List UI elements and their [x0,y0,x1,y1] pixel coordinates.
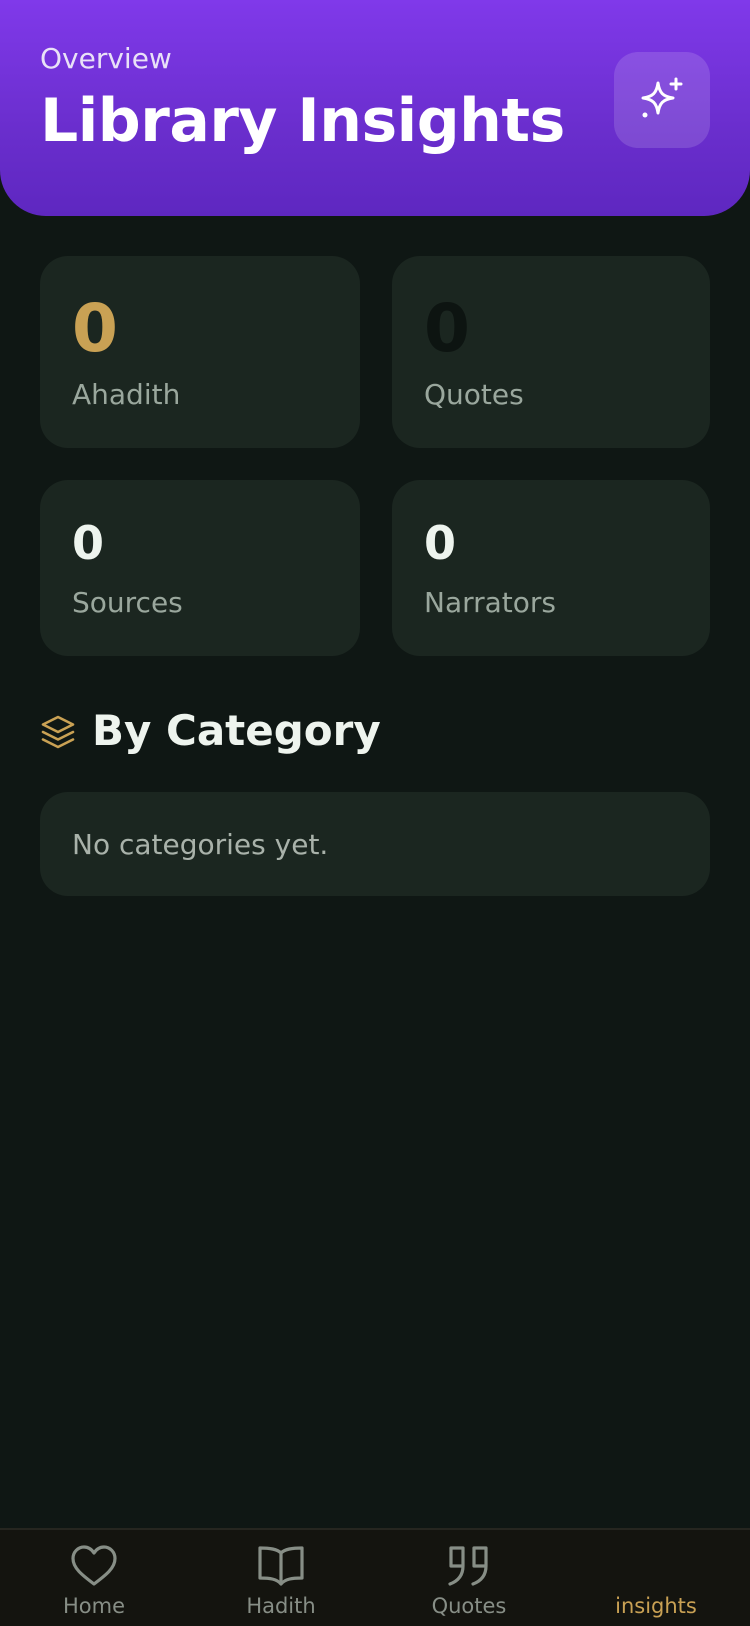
sparkles-icon [641,77,683,118]
stat-label: Quotes [424,378,524,411]
header-eyebrow: Overview [40,42,172,75]
stat-card-quotes: 0 Quotes [392,256,710,448]
tab-label: Quotes [431,1594,507,1618]
stat-label: Narrators [424,586,557,619]
section-title: By Category [92,706,381,755]
stat-value: 0 [72,516,105,570]
tab-label: insights [615,1594,697,1618]
tab-label: Home [62,1594,125,1618]
tab-insights[interactable]: insights [576,1530,736,1626]
stat-card-ahadith: 0 Ahadith [40,256,360,448]
layers-icon [41,715,75,749]
sparkles-button[interactable] [614,52,710,148]
stat-label: Sources [72,586,183,619]
tab-quotes[interactable]: Quotes [389,1530,549,1626]
stat-card-sources: 0 Sources [40,480,360,656]
quote-icon [448,1546,488,1586]
book-open-icon [258,1546,304,1586]
stat-value: 0 [424,290,470,367]
tab-home[interactable]: Home [14,1530,174,1626]
stat-card-narrators: 0 Narrators [392,480,710,656]
page-title: Library Insights [40,86,565,156]
category-empty-card: No categories yet. [40,792,710,896]
bottom-tab-bar: Home Hadith Quotes insights [0,1528,750,1626]
stat-label: Ahadith [72,378,181,411]
tab-hadith[interactable]: Hadith [201,1530,361,1626]
header-banner: Overview Library Insights [0,0,750,216]
stat-value: 0 [72,290,118,367]
heart-icon [71,1545,117,1586]
empty-state-message: No categories yet. [72,828,329,861]
stat-value: 0 [424,516,457,570]
tab-label: Hadith [246,1594,316,1618]
